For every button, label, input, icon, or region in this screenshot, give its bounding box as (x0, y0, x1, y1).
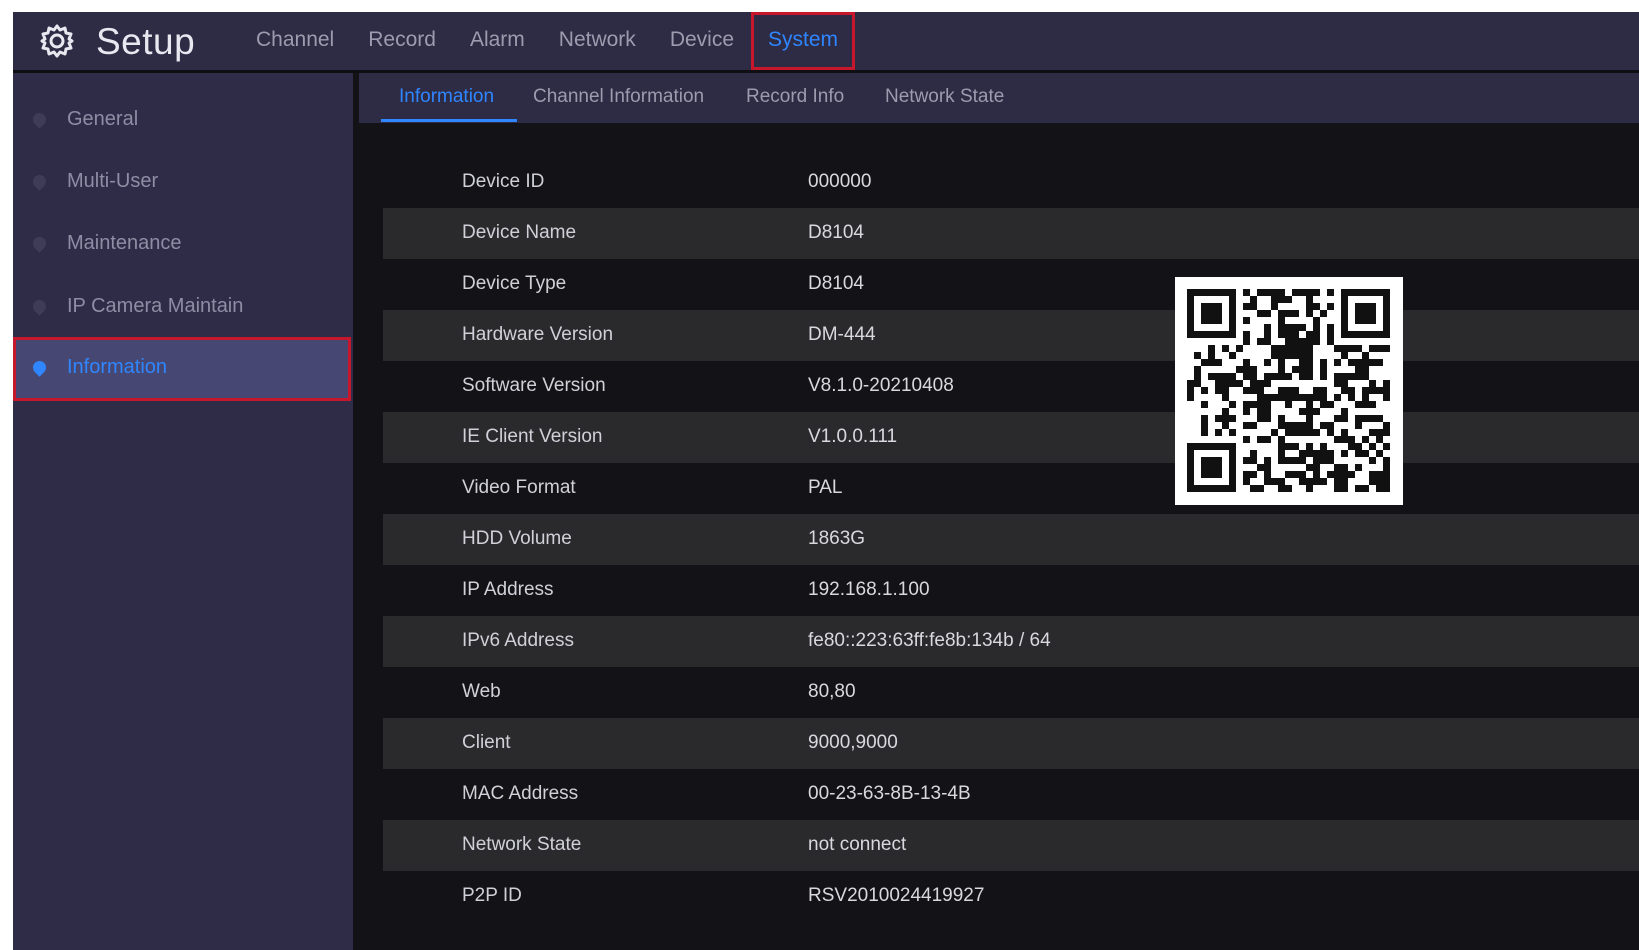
row-label: P2P ID (462, 885, 522, 906)
qr-code (1175, 277, 1403, 505)
sidebar-item-general[interactable]: General (13, 89, 353, 151)
subtab-record-info[interactable]: Record Info (746, 86, 844, 108)
tab-system[interactable]: System (751, 12, 856, 70)
row-label: IP Address (462, 579, 554, 600)
row-label: HDD Volume (462, 528, 572, 549)
sidebar-item-label: Maintenance (67, 232, 182, 254)
tab-alarm[interactable]: Alarm (453, 12, 542, 70)
row-value: 00-23-63-8B-13-4B (808, 783, 971, 804)
row-label: Client (462, 732, 511, 753)
gear-icon (40, 24, 74, 58)
subtab-information[interactable]: Information (399, 86, 494, 108)
row-label: Device Type (462, 273, 567, 294)
active-tab-indicator (381, 119, 517, 122)
table-row: P2P ID RSV2010024419927 (383, 871, 1639, 922)
row-value: PAL (808, 477, 843, 498)
sidebar-item-information[interactable]: Information (13, 337, 351, 401)
top-nav: Channel Record Alarm Network Device Syst… (239, 12, 856, 70)
sidebar-item-label: IP Camera Maintain (67, 295, 244, 317)
row-label: IE Client Version (462, 426, 603, 447)
table-row: Device Type D8104 (383, 259, 1639, 310)
table-row: Software Version V8.1.0-20210408 (383, 361, 1639, 412)
row-label: IPv6 Address (462, 630, 574, 651)
table-row: MAC Address 00-23-63-8B-13-4B (383, 769, 1639, 820)
table-row: Hardware Version DM-444 (383, 310, 1639, 361)
row-label: MAC Address (462, 783, 579, 804)
row-label: Device Name (462, 222, 577, 243)
row-value: fe80::223:63ff:fe8b:134b / 64 (808, 630, 1051, 651)
table-row: IE Client Version V1.0.0.111 (383, 412, 1639, 463)
row-value: 1863G (808, 528, 866, 549)
tab-device[interactable]: Device (653, 12, 751, 70)
subtab-network-state[interactable]: Network State (885, 86, 1004, 108)
row-value: 9000,9000 (808, 732, 898, 753)
map-pin-icon (30, 358, 49, 377)
info-table: Device ID 000000 Device Name D8104 Device … (383, 157, 1639, 922)
table-row: Video Format PAL (383, 463, 1639, 514)
row-label: Web (462, 681, 501, 702)
row-value: D8104 (808, 273, 864, 294)
table-row: Device ID 000000 (383, 157, 1639, 208)
sidebar: General Multi-User Maintenance IP Camera… (13, 73, 353, 950)
sidebar-item-multi-user[interactable]: Multi-User (13, 151, 353, 213)
sidebar-item-label: Information (67, 356, 168, 378)
table-row: HDD Volume 1863G (383, 514, 1639, 565)
row-value: RSV2010024419927 (808, 885, 985, 906)
sidebar-item-maintenance[interactable]: Maintenance (13, 213, 353, 275)
top-bar: Setup Channel Record Alarm Network Devic… (13, 12, 1639, 70)
tab-network[interactable]: Network (542, 12, 653, 70)
row-value: 000000 (808, 171, 872, 192)
sidebar-item-label: General (67, 108, 139, 130)
tab-record[interactable]: Record (351, 12, 453, 70)
row-value: V8.1.0-20210408 (808, 375, 954, 396)
map-pin-icon (30, 110, 49, 129)
row-label: Device ID (462, 171, 545, 192)
row-value: not connect (808, 834, 907, 855)
tab-channel[interactable]: Channel (239, 12, 351, 70)
table-row: Client 9000,9000 (383, 718, 1639, 769)
sidebar-item-label: Multi-User (67, 170, 159, 192)
setup-window: Setup Channel Record Alarm Network Devic… (13, 12, 1639, 950)
row-value: DM-444 (808, 324, 876, 345)
sub-tabs: Information Channel Information Record I… (359, 73, 1639, 123)
main-panel: Information Channel Information Record I… (359, 73, 1639, 950)
row-value: V1.0.0.111 (808, 426, 898, 447)
map-pin-icon (30, 234, 49, 253)
table-row: Device Name D8104 (383, 208, 1639, 259)
row-value: 80,80 (808, 681, 856, 702)
qr-code-graphic (1187, 289, 1390, 492)
page-title: Setup (96, 21, 196, 62)
map-pin-icon (30, 297, 49, 316)
subtab-channel-information[interactable]: Channel Information (533, 86, 704, 108)
row-label: Video Format (462, 477, 576, 498)
row-label: Hardware Version (462, 324, 614, 345)
row-label: Network State (462, 834, 582, 855)
map-pin-icon (30, 172, 49, 191)
table-row: Web 80,80 (383, 667, 1639, 718)
sidebar-item-ip-camera-maintain[interactable]: IP Camera Maintain (13, 276, 353, 338)
row-value: D8104 (808, 222, 864, 243)
table-row: Network State not connect (383, 820, 1639, 871)
table-row: IPv6 Address fe80::223:63ff:fe8b:134b / 6… (383, 616, 1639, 667)
row-label: Software Version (462, 375, 606, 396)
row-value: 192.168.1.100 (808, 579, 930, 600)
table-row: IP Address 192.168.1.100 (383, 565, 1639, 616)
